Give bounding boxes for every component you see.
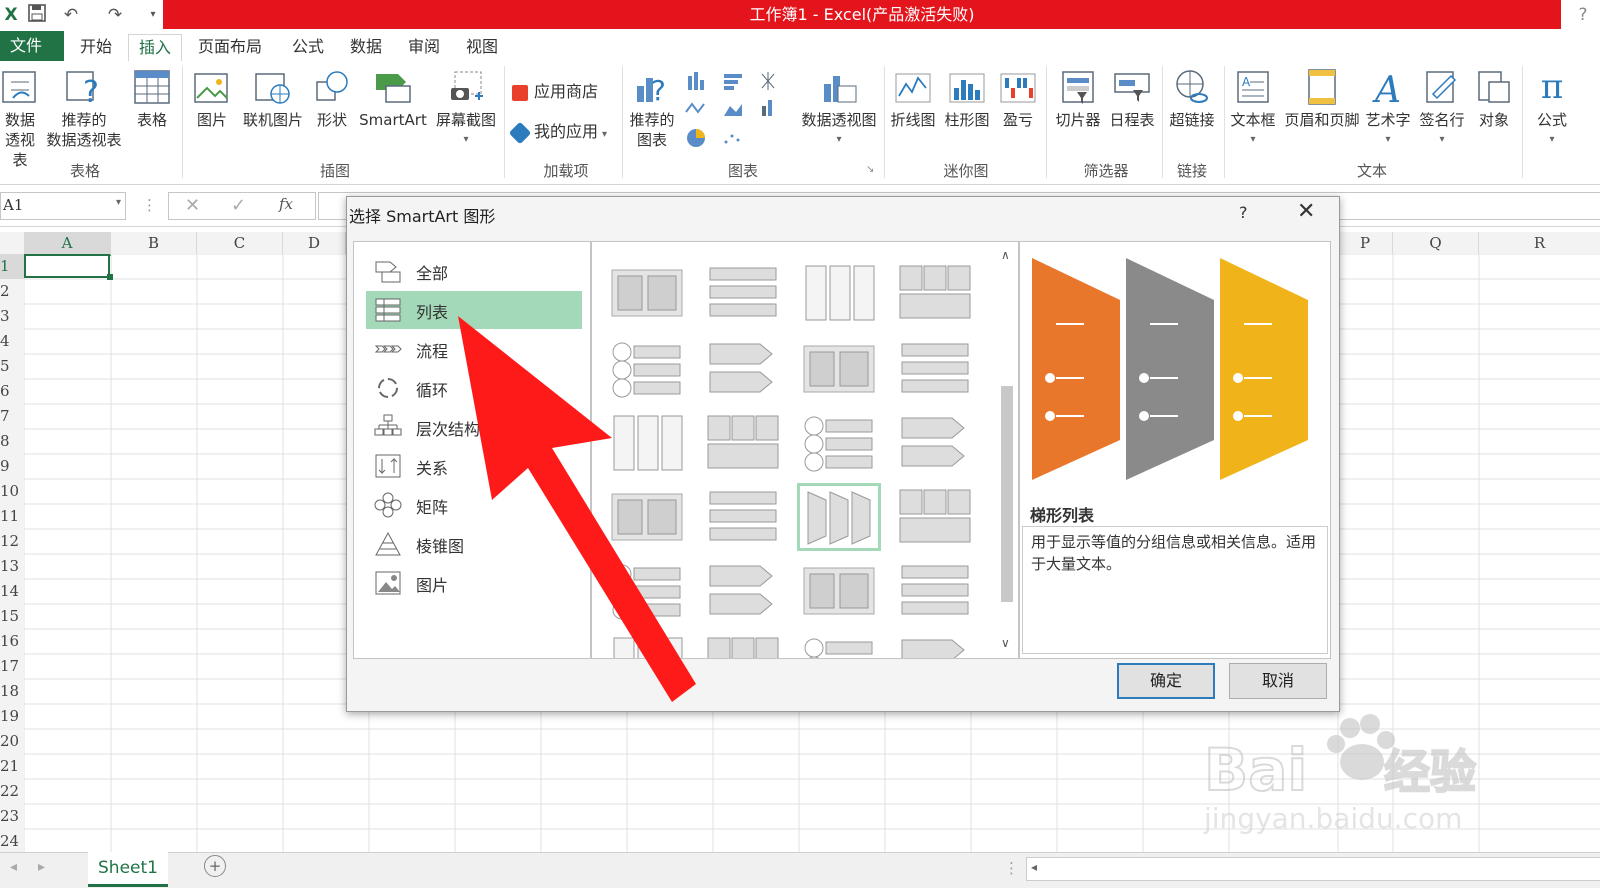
red-arrow-annotation <box>458 316 696 702</box>
arrow-icon <box>458 316 696 702</box>
